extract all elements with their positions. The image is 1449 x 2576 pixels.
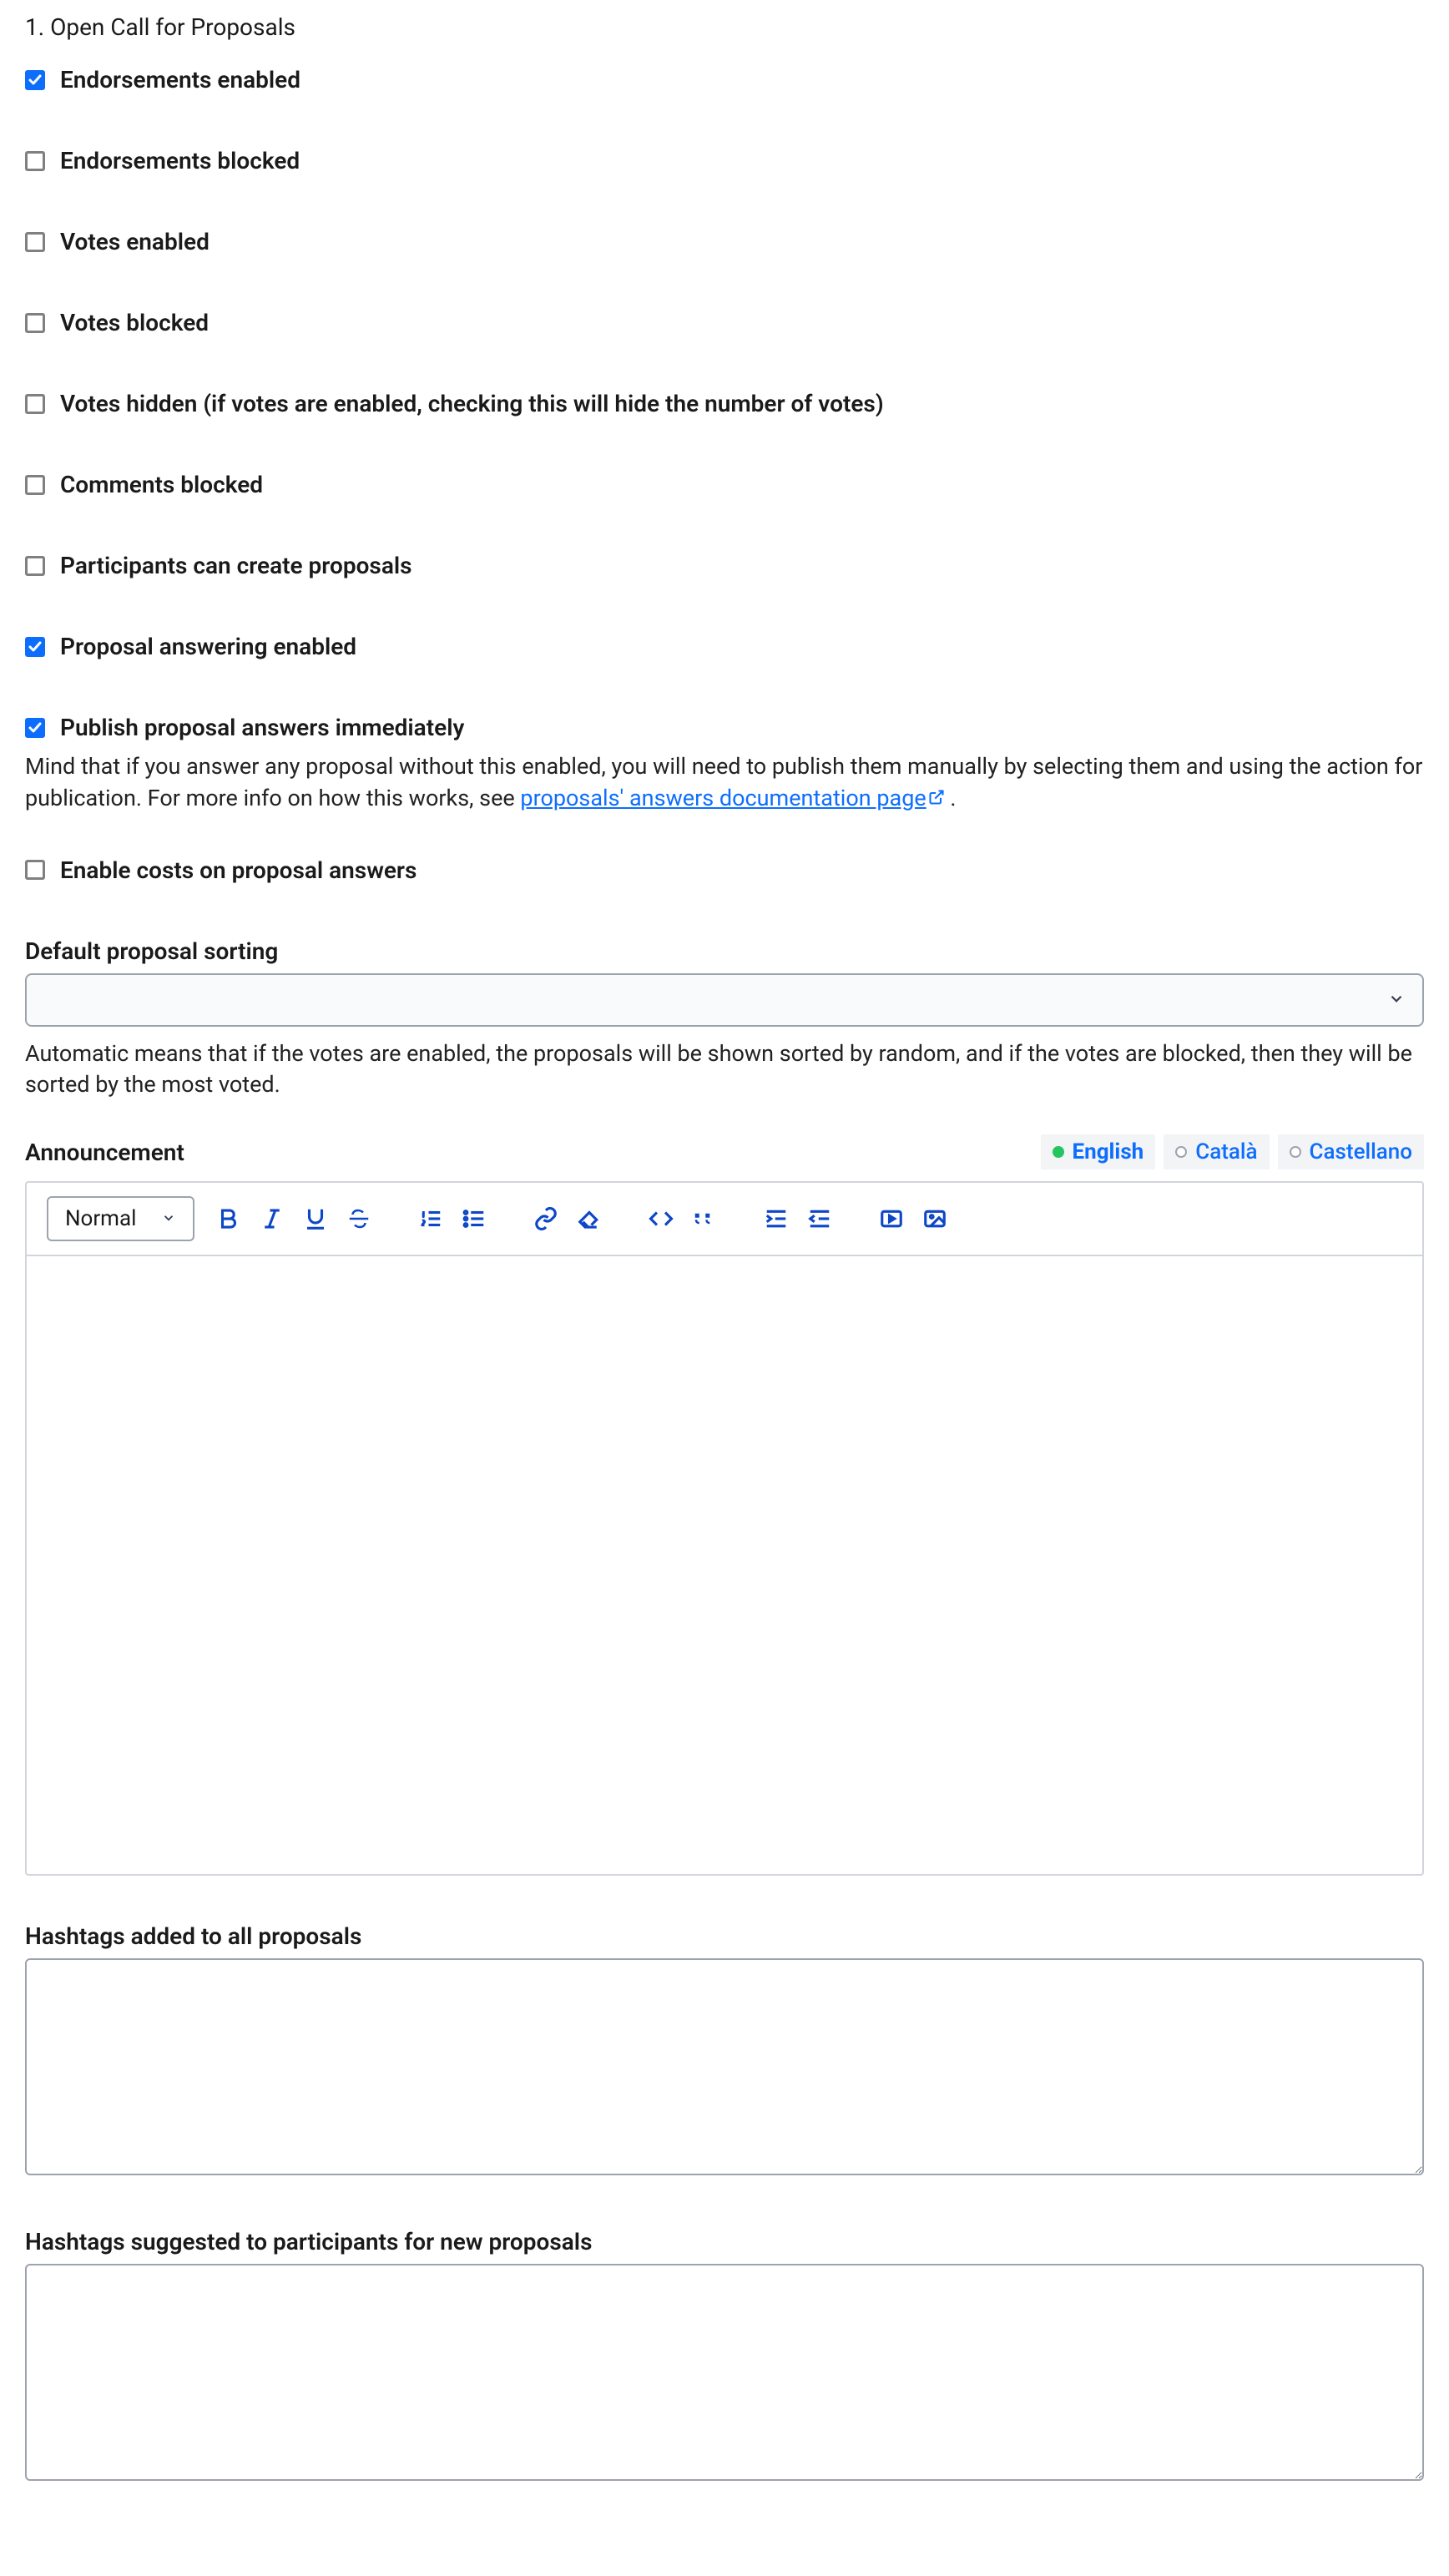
bold-button[interactable] — [211, 1201, 246, 1236]
checkbox-label: Participants can create proposals — [60, 552, 412, 579]
underline-button[interactable] — [298, 1201, 333, 1236]
checkbox-icon — [25, 860, 45, 880]
checkbox-icon — [25, 718, 45, 738]
lang-tab-catala[interactable]: Català — [1164, 1134, 1269, 1169]
lang-label: Català — [1195, 1139, 1257, 1164]
code-button[interactable] — [644, 1201, 679, 1236]
announcement-editor: Normal — [25, 1181, 1424, 1876]
checkbox-label: Proposal answering enabled — [60, 633, 356, 660]
checkbox-icon — [25, 394, 45, 414]
lang-tab-english[interactable]: English — [1041, 1134, 1156, 1169]
indent-button[interactable] — [759, 1201, 794, 1236]
checkbox-proposal-answering[interactable]: Proposal answering enabled — [25, 633, 1424, 660]
lang-label: English — [1073, 1139, 1144, 1164]
checkbox-label: Comments blocked — [60, 471, 263, 498]
blockquote-button[interactable] — [687, 1201, 722, 1236]
proposals-answers-doc-link[interactable]: proposals' answers documentation page — [520, 785, 944, 811]
checkbox-endorsements-blocked[interactable]: Endorsements blocked — [25, 147, 1424, 174]
help-text-suffix: . — [945, 785, 957, 811]
outdent-button[interactable] — [802, 1201, 837, 1236]
checkbox-publish-answers[interactable]: Publish proposal answers immediately — [25, 714, 1424, 741]
strikethrough-button[interactable] — [341, 1201, 376, 1236]
checkbox-label: Publish proposal answers immediately — [60, 714, 464, 741]
lang-tab-castellano[interactable]: Castellano — [1278, 1134, 1424, 1169]
publish-answers-help: Mind that if you answer any proposal wit… — [25, 751, 1424, 815]
default-sorting-select[interactable] — [25, 973, 1424, 1027]
language-tabs: English Català Castellano — [1041, 1134, 1425, 1169]
video-button[interactable] — [874, 1201, 909, 1236]
checkbox-icon — [25, 637, 45, 657]
checkbox-label: Votes blocked — [60, 309, 209, 336]
checkbox-label: Endorsements enabled — [60, 66, 300, 93]
checkbox-votes-enabled[interactable]: Votes enabled — [25, 228, 1424, 255]
checkbox-label: Endorsements blocked — [60, 147, 300, 174]
checkbox-participants-create[interactable]: Participants can create proposals — [25, 552, 1424, 579]
unordered-list-button[interactable] — [457, 1201, 492, 1236]
external-link-icon — [926, 785, 945, 811]
checkbox-icon — [25, 556, 45, 576]
checkbox-votes-blocked[interactable]: Votes blocked — [25, 309, 1424, 336]
announcement-label: Announcement — [25, 1139, 184, 1166]
hashtags-suggested-textarea[interactable] — [25, 2264, 1424, 2481]
checkbox-icon — [25, 475, 45, 495]
format-dropdown[interactable]: Normal — [47, 1196, 194, 1241]
eraser-button[interactable] — [572, 1201, 607, 1236]
status-dot-icon — [1290, 1146, 1301, 1158]
page-title: Open Call for Proposals — [25, 13, 1424, 41]
checkbox-label: Enable costs on proposal answers — [60, 856, 417, 884]
checkbox-icon — [25, 70, 45, 90]
checkbox-icon — [25, 313, 45, 333]
checkbox-label: Votes hidden (if votes are enabled, chec… — [60, 390, 884, 417]
checkbox-icon — [25, 232, 45, 252]
status-dot-icon — [1175, 1146, 1187, 1158]
italic-button[interactable] — [255, 1201, 290, 1236]
chevron-down-icon — [161, 1206, 176, 1231]
checkbox-label: Votes enabled — [60, 228, 210, 255]
status-dot-icon — [1053, 1146, 1064, 1158]
checkbox-votes-hidden[interactable]: Votes hidden (if votes are enabled, chec… — [25, 390, 1424, 417]
hashtags-all-label: Hashtags added to all proposals — [25, 1922, 1424, 1950]
announcement-text-area[interactable] — [27, 1256, 1422, 1874]
checkbox-enable-costs[interactable]: Enable costs on proposal answers — [25, 856, 1424, 884]
link-button[interactable] — [528, 1201, 563, 1236]
default-sorting-label: Default proposal sorting — [25, 937, 1424, 965]
checkbox-comments-blocked[interactable]: Comments blocked — [25, 471, 1424, 498]
checkbox-endorsements-enabled[interactable]: Endorsements enabled — [25, 66, 1424, 93]
checkbox-icon — [25, 151, 45, 171]
editor-toolbar: Normal — [27, 1183, 1422, 1256]
image-button[interactable] — [917, 1201, 952, 1236]
ordered-list-button[interactable] — [413, 1201, 448, 1236]
default-sorting-help: Automatic means that if the votes are en… — [25, 1038, 1424, 1102]
format-dropdown-label: Normal — [65, 1206, 136, 1231]
hashtags-all-textarea[interactable] — [25, 1958, 1424, 2175]
hashtags-suggested-label: Hashtags suggested to participants for n… — [25, 2228, 1424, 2255]
lang-label: Castellano — [1310, 1139, 1412, 1164]
